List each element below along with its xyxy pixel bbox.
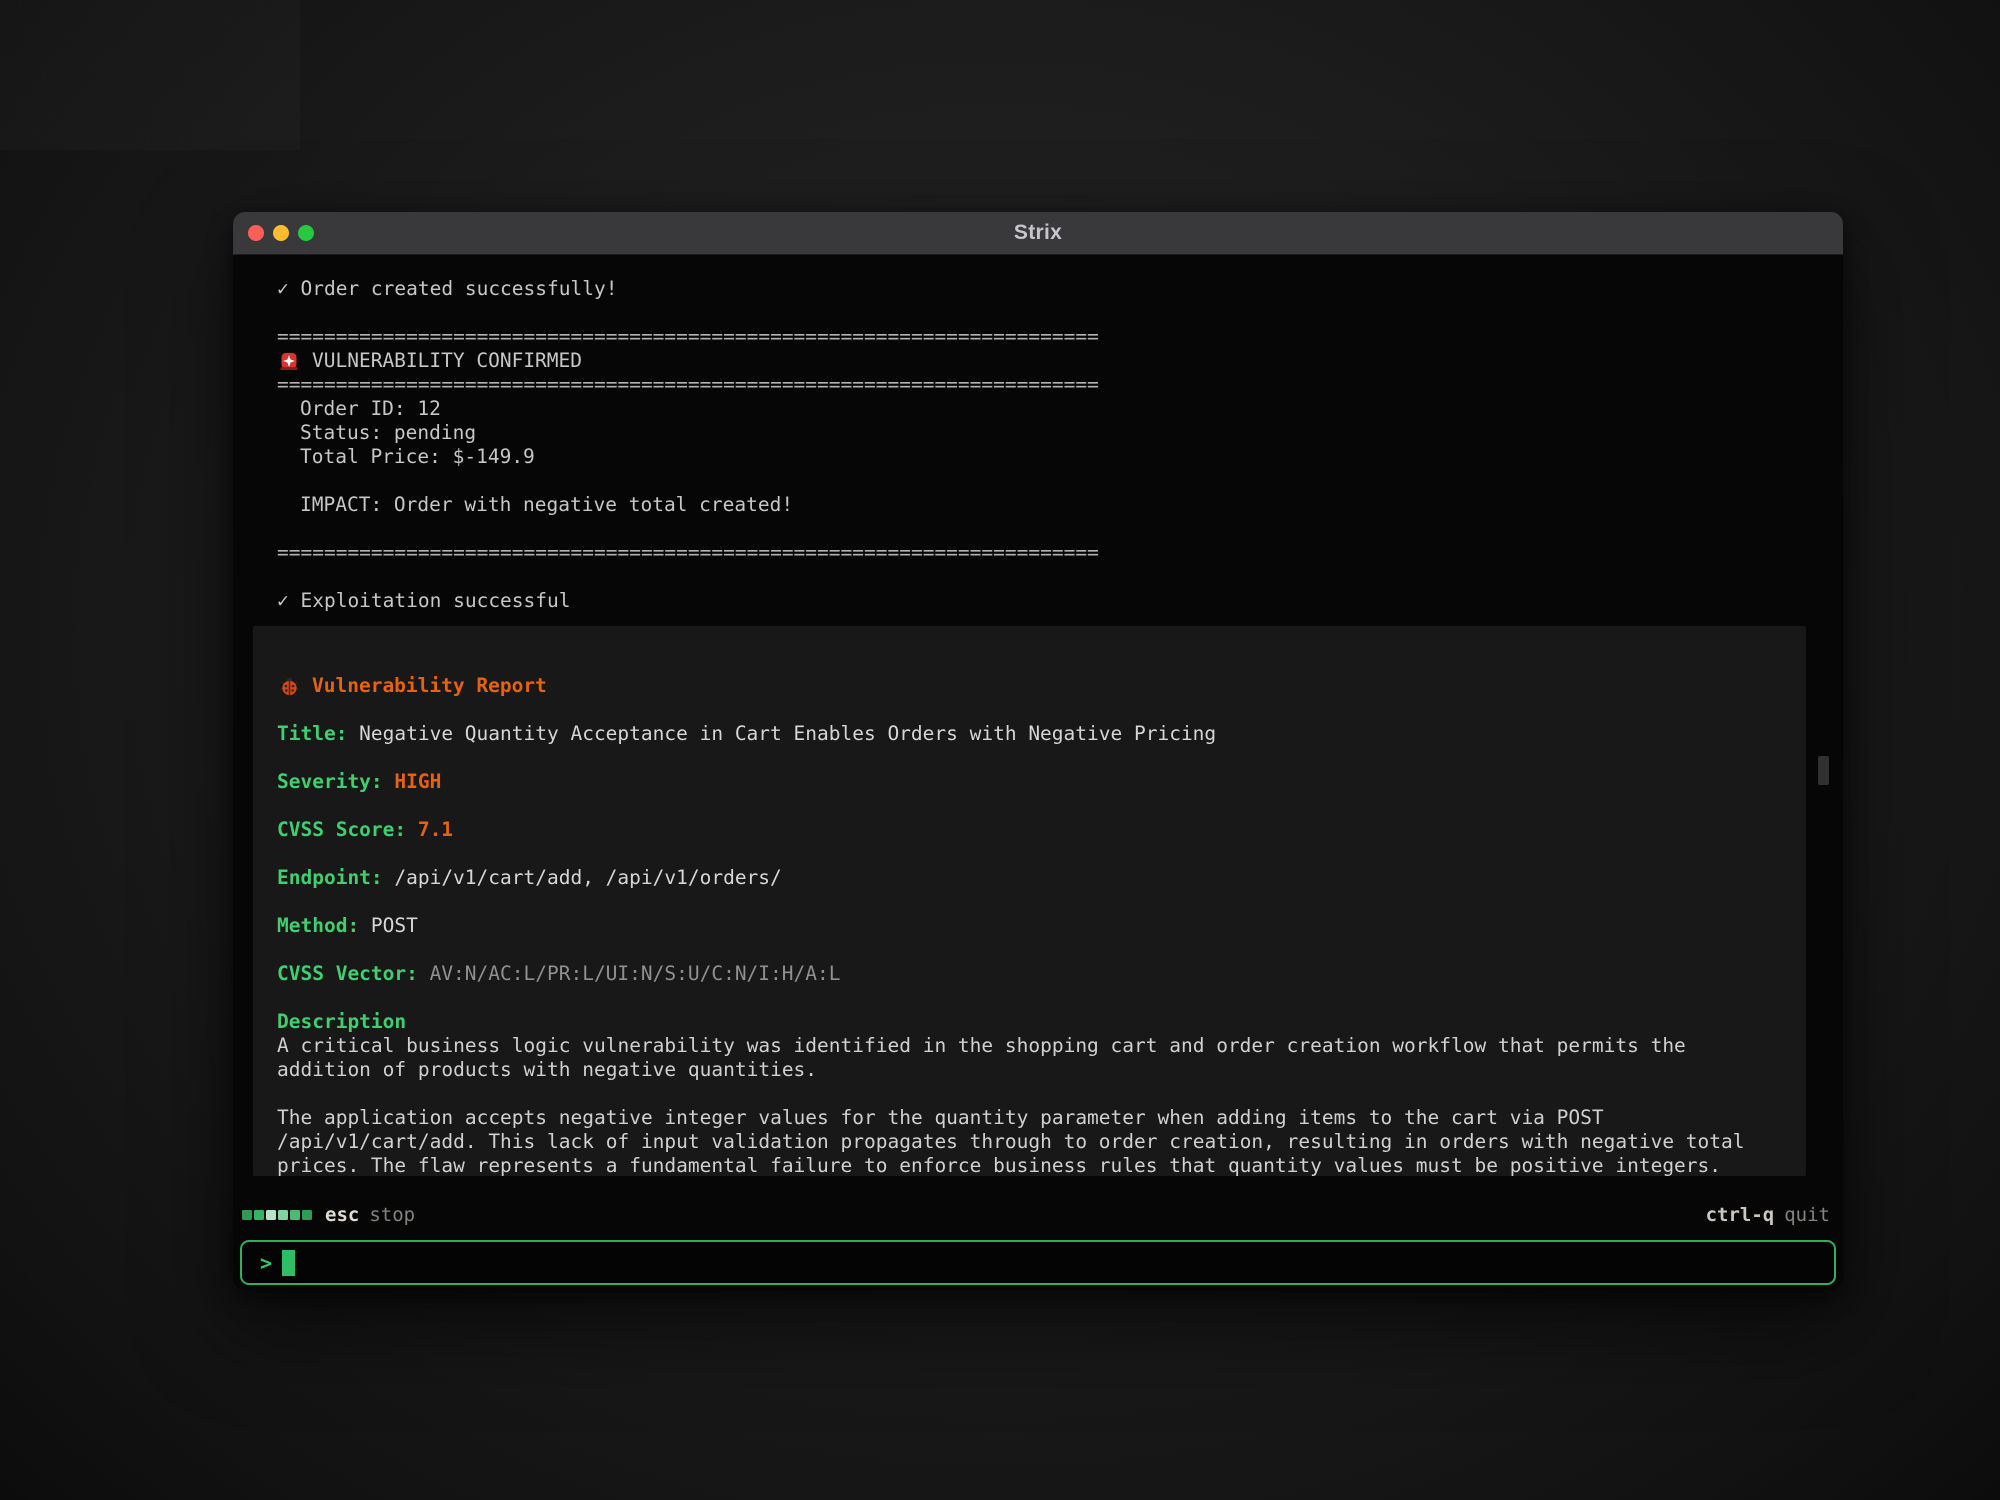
scrollbar-thumb[interactable]: [1818, 756, 1829, 785]
exploitation-success-line: ✓ Exploitation successful: [277, 589, 1843, 613]
banner-title: VULNERABILITY CONFIRMED: [312, 349, 582, 373]
report-heading: Vulnerability Report: [277, 674, 1782, 698]
field-value: POST: [371, 914, 418, 937]
description-paragraph: The application accepts negative integer…: [277, 1106, 1782, 1176]
field-value: AV:N/AC:L/PR:L/UI:N/S:U/C:N/I:H/A:L: [430, 962, 841, 985]
bug-icon: [277, 676, 301, 697]
field-label: Severity:: [277, 770, 383, 793]
field-value: Negative Quantity Acceptance in Cart Ena…: [359, 722, 1216, 745]
status-bar: esc stop ctrl-q quit: [242, 1202, 1830, 1228]
text-cursor: [282, 1250, 295, 1276]
field-label: Endpoint:: [277, 866, 383, 889]
report-field-title: Title: Negative Quantity Acceptance in Ca…: [277, 722, 1782, 746]
ctrl-q-key-hint: ctrl-q: [1706, 1204, 1775, 1226]
status-right: ctrl-q quit: [1706, 1204, 1830, 1226]
impact-line: IMPACT: Order with negative total create…: [300, 493, 1843, 517]
siren-light-icon: [277, 350, 301, 372]
description-paragraph: A critical business logic vulnerability …: [277, 1034, 1782, 1082]
report-field-cvss-score: CVSS Score: 7.1: [277, 818, 1782, 842]
activity-spinner: [242, 1210, 312, 1220]
vulnerability-report-panel: Vulnerability Report Title: Negative Quan…: [253, 626, 1806, 1176]
quit-action-label: quit: [1784, 1204, 1830, 1226]
order-id-line: Order ID: 12: [300, 397, 1843, 421]
desktop: { "window": { "title": "Strix" }, "title…: [0, 0, 2000, 1500]
description-heading: Description: [277, 1010, 1782, 1034]
background-noise: [0, 0, 300, 150]
separator-line: ========================================…: [277, 373, 1843, 397]
window-titlebar[interactable]: Strix: [233, 212, 1843, 255]
field-label: CVSS Vector:: [277, 962, 418, 985]
spinner-block: [242, 1210, 252, 1220]
terminal-output: ✓ Order created successfully! ==========…: [233, 255, 1843, 1184]
report-field-endpoint: Endpoint: /api/v1/cart/add, /api/v1/order…: [277, 866, 1782, 890]
order-success-line: ✓ Order created successfully!: [277, 277, 1843, 301]
separator-line: ========================================…: [277, 325, 1843, 349]
prompt-chevron: >: [260, 1251, 272, 1275]
separator-line: ========================================…: [277, 541, 1843, 565]
order-status-line: Status: pending: [300, 421, 1843, 445]
field-label: Method:: [277, 914, 359, 937]
report-field-severity: Severity: HIGH: [277, 770, 1782, 794]
strix-terminal-window: Strix ✓ Order created successfully! ====…: [233, 212, 1843, 1290]
esc-key-hint: esc: [325, 1204, 359, 1226]
field-label: Title:: [277, 722, 347, 745]
spinner-block: [302, 1210, 312, 1220]
status-left: esc stop: [242, 1204, 415, 1226]
spinner-block: [290, 1210, 300, 1220]
field-value: /api/v1/cart/add, /api/v1/orders/: [394, 866, 781, 889]
stop-action-label: stop: [369, 1204, 415, 1226]
window-title: Strix: [233, 221, 1843, 245]
field-value: 7.1: [418, 818, 453, 841]
vulnerability-confirmed-banner: VULNERABILITY CONFIRMED: [277, 349, 1843, 373]
report-field-cvss-vector: CVSS Vector: AV:N/AC:L/PR:L/UI:N/S:U/C:N/…: [277, 962, 1782, 986]
spinner-block: [266, 1210, 276, 1220]
spinner-block: [278, 1210, 288, 1220]
field-label: CVSS Score:: [277, 818, 406, 841]
spinner-block: [254, 1210, 264, 1220]
report-field-method: Method: POST: [277, 914, 1782, 938]
order-total-line: Total Price: $-149.9: [300, 445, 1843, 469]
field-value: HIGH: [394, 770, 441, 793]
command-input[interactable]: >: [240, 1240, 1836, 1285]
report-heading-text: Vulnerability Report: [312, 674, 547, 698]
